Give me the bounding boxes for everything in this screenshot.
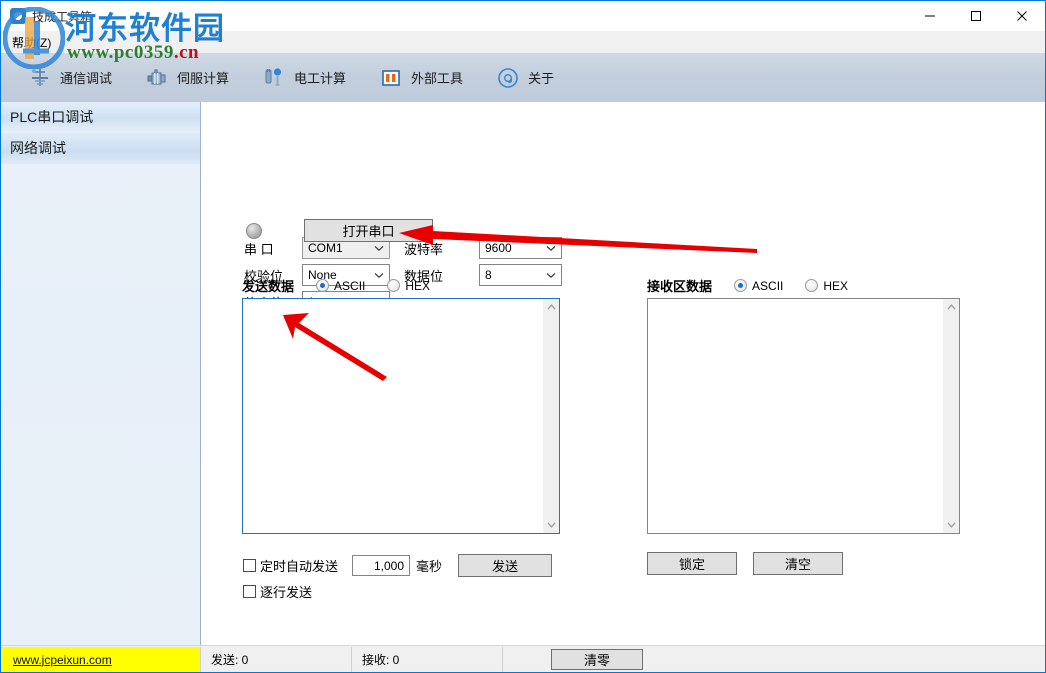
send-format-hex-label: HEX <box>405 279 430 293</box>
send-interval-value: 1,000 <box>374 559 404 573</box>
maximize-button[interactable] <box>953 1 999 31</box>
open-serial-port-button[interactable]: 打开串口 <box>304 219 433 242</box>
line-by-line-checkbox[interactable]: 逐行发送 <box>243 582 312 601</box>
auto-send-row: 定时自动发送 1,000 毫秒 发送 <box>243 554 552 577</box>
menu-bar: 帮助(Z) <box>1 31 1045 53</box>
toolbar: 通信调试 伺服计算 <box>1 53 1045 103</box>
scroll-down-icon[interactable] <box>943 517 959 533</box>
servo-motor-icon <box>144 65 170 91</box>
menu-item-help[interactable]: 帮助(Z) <box>5 32 58 53</box>
scroll-up-icon[interactable] <box>543 299 559 315</box>
port-label: 串 口 <box>244 239 302 258</box>
reset-counters-button[interactable]: 清零 <box>551 649 643 670</box>
send-format-hex-radio[interactable]: HEX <box>387 279 430 293</box>
toolbar-item-comm-debug[interactable]: 通信调试 <box>17 56 122 100</box>
send-format-ascii-label: ASCII <box>334 279 365 293</box>
toolbar-item-external-tools[interactable]: 外部工具 <box>368 56 473 100</box>
toolbar-item-servo-calc[interactable]: 伺服计算 <box>134 56 239 100</box>
scroll-up-icon[interactable] <box>943 299 959 315</box>
send-panel-title: 发送数据 <box>242 276 294 295</box>
chevron-down-icon <box>546 241 556 255</box>
reset-counters-label: 清零 <box>584 650 610 669</box>
receive-format-ascii-radio[interactable]: ASCII <box>734 279 783 293</box>
data-bits-value: 8 <box>485 268 492 282</box>
status-link-cell[interactable]: www.jcpeixun.com <box>1 647 201 673</box>
toolbar-item-label: 外部工具 <box>411 68 463 87</box>
window-controls <box>907 1 1045 31</box>
toolbar-item-label: 通信调试 <box>60 68 112 87</box>
toolbar-item-label: 关于 <box>528 68 554 87</box>
toolbar-item-about[interactable]: 关于 <box>485 56 564 100</box>
electric-tools-icon <box>261 65 287 91</box>
send-button[interactable]: 发送 <box>458 554 552 577</box>
sidebar-item-network-debug[interactable]: 网络调试 <box>1 133 200 164</box>
sidebar-item-label: 网络调试 <box>10 140 66 156</box>
radio-indicator <box>805 279 818 292</box>
receive-textarea[interactable] <box>647 298 960 534</box>
scroll-down-icon[interactable] <box>543 517 559 533</box>
send-interval-input[interactable]: 1,000 <box>352 555 410 576</box>
checkbox-indicator <box>243 585 256 598</box>
sidebar-item-label: PLC串口调试 <box>10 109 93 125</box>
baud-value: 9600 <box>485 241 512 255</box>
toolbar-item-label: 电工计算 <box>294 68 346 87</box>
about-icon <box>495 65 521 91</box>
minimize-button[interactable] <box>907 1 953 31</box>
toolbar-item-label: 伺服计算 <box>177 68 229 87</box>
receive-textarea-scrollbar[interactable] <box>943 299 959 533</box>
checkbox-indicator <box>243 559 256 572</box>
main-panel: 串 口 COM1 波特率 9600 校验位 None <box>201 102 1045 645</box>
website-link[interactable]: www.jcpeixun.com <box>13 653 112 667</box>
radio-indicator <box>734 279 747 292</box>
send-format-ascii-radio[interactable]: ASCII <box>316 279 365 293</box>
data-bits-select[interactable]: 8 <box>479 264 562 286</box>
sent-count: 发送: 0 <box>201 647 352 673</box>
toolbar-item-electric-calc[interactable]: 电工计算 <box>251 56 356 100</box>
title-bar: 技成工具箱 <box>1 1 1045 31</box>
status-led-icon <box>246 223 262 239</box>
clear-button-label: 清空 <box>785 554 811 573</box>
radio-indicator <box>316 279 329 292</box>
baud-select[interactable]: 9600 <box>479 237 562 259</box>
radio-indicator <box>387 279 400 292</box>
external-tools-icon <box>378 65 404 91</box>
port-value: COM1 <box>308 241 343 255</box>
interval-unit-label: 毫秒 <box>416 556 442 575</box>
app-icon <box>10 8 26 24</box>
clear-button[interactable]: 清空 <box>753 552 843 575</box>
window-title: 技成工具箱 <box>32 8 92 25</box>
send-textarea-scrollbar[interactable] <box>543 299 559 533</box>
chevron-down-icon <box>374 241 384 255</box>
send-textarea[interactable] <box>242 298 560 534</box>
open-serial-port-label: 打开串口 <box>342 221 394 240</box>
auto-send-checkbox[interactable]: 定时自动发送 <box>243 556 338 575</box>
receive-format-hex-label: HEX <box>823 279 848 293</box>
receive-format-ascii-label: ASCII <box>752 279 783 293</box>
receive-panel-header: 接收区数据 ASCII HEX <box>647 276 848 295</box>
sidebar: PLC串口调试 网络调试 <box>1 102 201 645</box>
lock-button[interactable]: 锁定 <box>647 552 737 575</box>
auto-send-label: 定时自动发送 <box>260 556 338 575</box>
application-window: 技成工具箱 帮助(Z) <box>0 0 1046 673</box>
receive-panel-title: 接收区数据 <box>647 276 712 295</box>
send-button-label: 发送 <box>492 556 518 575</box>
chevron-down-icon <box>546 268 556 282</box>
receive-format-hex-radio[interactable]: HEX <box>805 279 848 293</box>
line-by-line-label: 逐行发送 <box>260 582 312 601</box>
send-panel-header: 发送数据 ASCII HEX <box>242 276 430 295</box>
sidebar-item-plc-serial-debug[interactable]: PLC串口调试 <box>1 102 200 133</box>
lock-button-label: 锁定 <box>679 554 705 573</box>
serial-port-icon <box>27 65 53 91</box>
status-bar: www.jcpeixun.com 发送: 0 接收: 0 清零 <box>1 645 1045 673</box>
close-button[interactable] <box>999 1 1045 31</box>
received-count: 接收: 0 <box>352 647 503 673</box>
